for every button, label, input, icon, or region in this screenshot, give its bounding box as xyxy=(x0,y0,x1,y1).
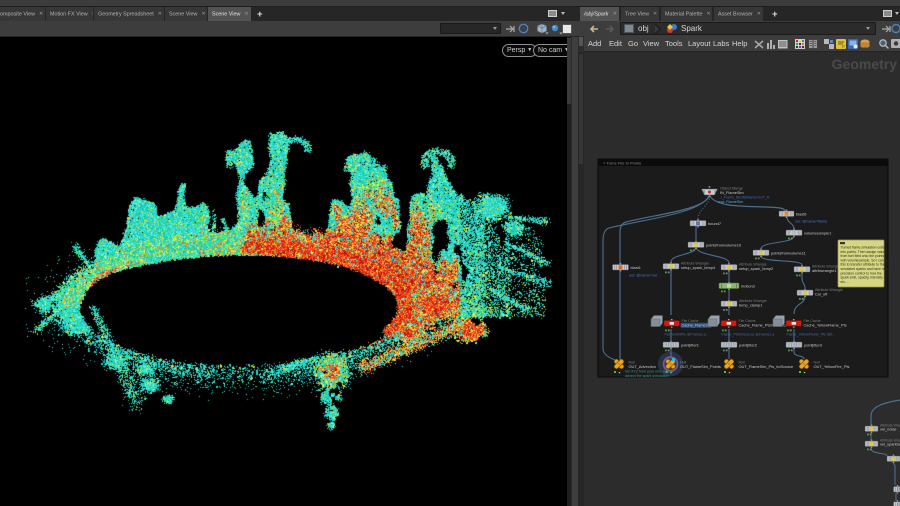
svg-text:= Turns Fire to Points: = Turns Fire to Points xyxy=(603,161,641,166)
svg-text:pointjitter1: pointjitter1 xyxy=(681,343,699,348)
svg-text:blast6: blast6 xyxy=(796,212,806,217)
svg-text:pointsfromvolume10: pointsfromvolume10 xyxy=(706,243,742,248)
svg-text:OUT_YellowFire_Pts: OUT_YellowFire_Pts xyxy=(814,364,850,369)
svg-text:../_Flame_BlkJitsFlame/OUT_R: ../_Flame_BlkJitsFlame/OUT_R xyxy=(719,196,770,200)
svg-text:motion3: motion3 xyxy=(741,284,755,289)
svg-text:attribwrangle1: attribwrangle1 xyxy=(812,268,836,273)
svg-text:FlameSimPts @Frames.a..: FlameSimPts @Frames.a.. xyxy=(665,333,708,337)
svg-text:Cache_YellowFlame_Pts: Cache_YellowFlame_Pts xyxy=(804,323,847,328)
svg-text:setup_spark_temp2: setup_spark_temp2 xyxy=(739,266,773,271)
svg-text:IN_FlameSim: IN_FlameSim xyxy=(720,190,744,195)
svg-text:etc....: etc.... xyxy=(841,280,849,284)
svg-text:exp: FlameSim: exp: FlameSim xyxy=(718,200,743,204)
svg-text:OUT_FlameSim_Points: OUT_FlameSim_Points xyxy=(680,364,721,369)
svg-text:vel_noise: vel_noise xyxy=(880,427,896,432)
svg-text:out: @name=flame: out: @name=flame xyxy=(795,220,827,224)
svg-text:blast1: blast1 xyxy=(631,265,641,270)
svg-text:advect the spark simulation: advect the spark simulation xyxy=(625,374,669,378)
svg-text:OUT_Advection: OUT_Advection xyxy=(629,364,656,369)
svg-text:vel_sparkbeing: vel_sparkbeing xyxy=(880,442,900,447)
svg-text:Flame_YellowFlame_Pts @fr..: Flame_YellowFlame_Pts @fr.. xyxy=(787,333,835,337)
svg-text:pointsfromvolume11: pointsfromvolume11 xyxy=(771,251,806,256)
svg-text:pointjitter2: pointjitter2 xyxy=(739,343,757,348)
svg-text:bound7: bound7 xyxy=(708,221,721,226)
svg-text:Col_off: Col_off xyxy=(815,292,828,297)
svg-text:temp_clamp1: temp_clamp1 xyxy=(739,303,762,308)
svg-text:pointjitter3: pointjitter3 xyxy=(804,343,822,348)
svg-text:out: @name=vel: out: @name=vel xyxy=(629,274,657,278)
svg-text:OUT_FlameSim_Pts_forSource: OUT_FlameSim_Pts_forSource xyxy=(739,364,794,369)
svg-text:setup_spark_temp4: setup_spark_temp4 xyxy=(681,265,716,270)
svg-text:Flame_PtsforSource @Frames.a: Flame_PtsforSource @Frames.a xyxy=(722,333,775,337)
svg-text:Vel XYZ from pyro sim. Use to: Vel XYZ from pyro sim. Use to xyxy=(625,370,673,374)
svg-text:volumesample1: volumesample1 xyxy=(804,231,831,236)
